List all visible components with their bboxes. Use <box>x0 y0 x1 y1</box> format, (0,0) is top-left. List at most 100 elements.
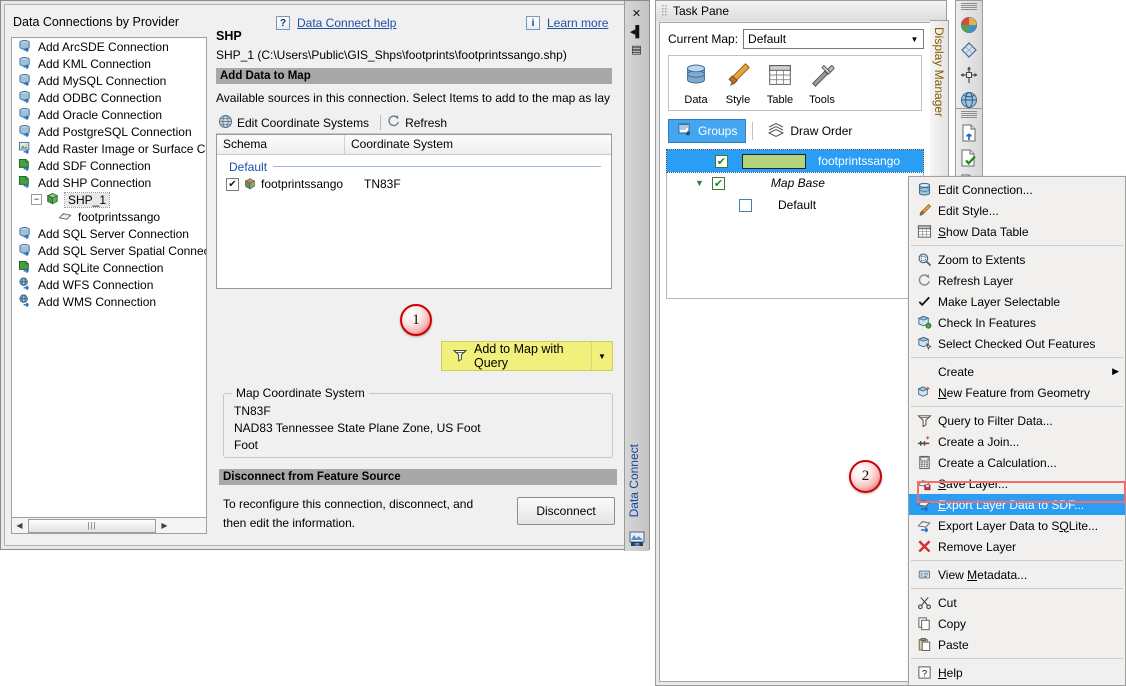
layer-context-menu[interactable]: Edit Connection...Edit Style...Show Data… <box>908 176 1126 686</box>
drag-grip-icon[interactable] <box>659 4 669 18</box>
disconnect-button[interactable]: Disconnect <box>517 497 615 525</box>
globe-connection-icon <box>18 294 34 310</box>
menu-item[interactable]: Make Layer Selectable <box>909 291 1125 312</box>
toolbar-grip[interactable] <box>961 3 977 11</box>
tree-item[interactable]: footprintssango <box>12 208 206 225</box>
list-item[interactable]: · Default <box>667 194 923 216</box>
expander-minus-icon[interactable]: − <box>31 194 42 205</box>
menu-item[interactable]: Edit Style... <box>909 200 1125 221</box>
menu-item[interactable]: Paste <box>909 634 1125 655</box>
menu-item[interactable]: Check In Features <box>909 312 1125 333</box>
available-sources-hint: Available sources in this connection. Se… <box>216 91 616 105</box>
edit-coordinate-systems-label: Edit Coordinate Systems <box>237 116 369 130</box>
tree-item[interactable]: Add SQL Server Spatial Connect <box>12 242 206 259</box>
menu-item[interactable]: Save Layer... <box>909 473 1125 494</box>
tree-item[interactable]: Add WMS Connection <box>12 293 206 310</box>
table-row[interactable]: ✔ footprintssango TN83F <box>217 175 611 193</box>
scrollbar-thumb[interactable]: ||| <box>28 519 156 533</box>
scroll-right-arrow[interactable]: ▶ <box>157 518 172 533</box>
tree-item[interactable]: Add ODBC Connection <box>12 89 206 106</box>
column-header-coordinate-system[interactable]: Coordinate System <box>345 135 453 154</box>
tab-draw-order[interactable]: Draw Order <box>759 119 860 143</box>
tree-item[interactable]: Add ArcSDE Connection <box>12 38 206 55</box>
menu-item[interactable]: Copy <box>909 613 1125 634</box>
menu-item[interactable]: Refresh Layer <box>909 270 1125 291</box>
tree-item[interactable]: Add Raster Image or Surface Co <box>12 140 206 157</box>
feature-checkbox[interactable]: ✔ <box>226 178 239 191</box>
list-item[interactable]: ✔ footprintssango <box>667 150 923 172</box>
menu-item[interactable]: View Metadata... <box>909 564 1125 585</box>
tool-style[interactable]: Style <box>717 60 759 106</box>
tool-tools[interactable]: Tools <box>801 60 843 106</box>
menu-item[interactable]: Zoom to Extents <box>909 249 1125 270</box>
scrollbar-grip: ||| <box>87 521 96 530</box>
join-icon <box>913 433 935 451</box>
menu-item[interactable]: Edit Connection... <box>909 179 1125 200</box>
menu-item[interactable]: Select Checked Out Features <box>909 333 1125 354</box>
chevron-down-icon[interactable]: ▼ <box>906 35 923 44</box>
refresh-icon <box>913 272 935 290</box>
menu-item[interactable]: Show Data Table <box>909 221 1125 242</box>
chevron-down-icon[interactable]: ▼ <box>591 342 612 370</box>
autohide-panel-button[interactable]: ◂▌ <box>627 23 646 40</box>
tree-item[interactable]: Add Oracle Connection <box>12 106 206 123</box>
tree-item[interactable]: Add SHP Connection <box>12 174 206 191</box>
schema-grid[interactable]: Schema Coordinate System Default ✔ footp… <box>216 134 612 289</box>
schema-group-row: Default <box>217 158 611 175</box>
layer-style-swatch[interactable] <box>742 154 806 169</box>
tree-item[interactable]: Add SQL Server Connection <box>12 225 206 242</box>
task-pane-toolbar: Data Style Table Tools <box>668 55 922 111</box>
layer-visibility-checkbox[interactable]: ✔ <box>712 177 725 190</box>
add-to-map-with-query-button[interactable]: Add to Map with Query ▼ <box>441 341 613 371</box>
tree-horizontal-scrollbar[interactable]: ◀ ||| ▶ <box>11 517 207 534</box>
menu-item[interactable]: Create a Join... <box>909 431 1125 452</box>
menu-item[interactable]: Create a Calculation... <box>909 452 1125 473</box>
check-page-icon[interactable] <box>957 146 981 170</box>
panel-menu-button[interactable]: ▤ <box>627 41 646 58</box>
layer-visibility-checkbox[interactable]: · <box>739 199 752 212</box>
export-page-icon[interactable] <box>957 121 981 145</box>
menu-item[interactable]: Create▶ <box>909 361 1125 382</box>
menu-item[interactable]: New Feature from Geometry <box>909 382 1125 403</box>
tool-tools-label: Tools <box>801 94 843 106</box>
tab-groups[interactable]: Groups <box>668 119 746 143</box>
close-panel-button[interactable]: ✕ <box>627 5 646 22</box>
expander-triangle-icon[interactable]: ▼ <box>695 178 704 188</box>
tool-table[interactable]: Table <box>759 60 801 106</box>
menu-item[interactable]: Remove Layer <box>909 536 1125 557</box>
learn-more-link[interactable]: Learn more <box>547 16 608 30</box>
data-connections-tree[interactable]: Add ArcSDE ConnectionAdd KML ConnectionA… <box>11 37 207 519</box>
tool-data[interactable]: Data <box>675 60 717 106</box>
move-gizmo-icon[interactable] <box>957 63 981 87</box>
menu-item-label: Remove Layer <box>935 540 1016 554</box>
tree-item[interactable]: Add KML Connection <box>12 55 206 72</box>
display-manager-tab[interactable]: Display Manager <box>930 20 949 180</box>
refresh-button[interactable]: Refresh <box>385 113 454 133</box>
scissors-icon <box>913 594 935 612</box>
menu-item[interactable]: Export Layer Data to SQLite... <box>909 515 1125 536</box>
menu-item[interactable]: Query to Filter Data... <box>909 410 1125 431</box>
data-connect-help-link[interactable]: Data Connect help <box>297 16 396 30</box>
tree-item[interactable]: −SHP_1 <box>12 191 206 208</box>
current-map-dropdown[interactable]: Default ▼ <box>743 29 924 49</box>
tree-item[interactable]: Add SDF Connection <box>12 157 206 174</box>
layer-list[interactable]: ✔ footprintssango ▼ ✔ Map Base · Default <box>666 149 924 299</box>
tree-item[interactable]: Add MySQL Connection <box>12 72 206 89</box>
data-connect-vertical-tab-label[interactable]: Data Connect <box>627 444 647 517</box>
toolbar-grip[interactable] <box>961 111 977 119</box>
column-header-schema[interactable]: Schema <box>217 135 345 154</box>
list-item[interactable]: ▼ ✔ Map Base <box>667 172 923 194</box>
menu-item[interactable]: Cut <box>909 592 1125 613</box>
tree-item[interactable]: Add SQLite Connection <box>12 259 206 276</box>
scroll-left-arrow[interactable]: ◀ <box>12 518 27 533</box>
menu-item[interactable]: ?Help <box>909 662 1125 683</box>
menu-item-label: View Metadata... <box>935 568 1027 582</box>
edit-coordinate-systems-button[interactable]: Edit Coordinate Systems <box>216 113 376 133</box>
menu-item[interactable]: Export Layer Data to SDF... <box>909 494 1125 515</box>
surface-icon[interactable] <box>957 38 981 62</box>
tree-item[interactable]: Add WFS Connection <box>12 276 206 293</box>
disconnect-section: Disconnect from Feature Source To reconf… <box>219 469 617 545</box>
layer-visibility-checkbox[interactable]: ✔ <box>715 155 728 168</box>
tree-item[interactable]: Add PostgreSQL Connection <box>12 123 206 140</box>
map-3d-icon[interactable] <box>957 13 981 37</box>
